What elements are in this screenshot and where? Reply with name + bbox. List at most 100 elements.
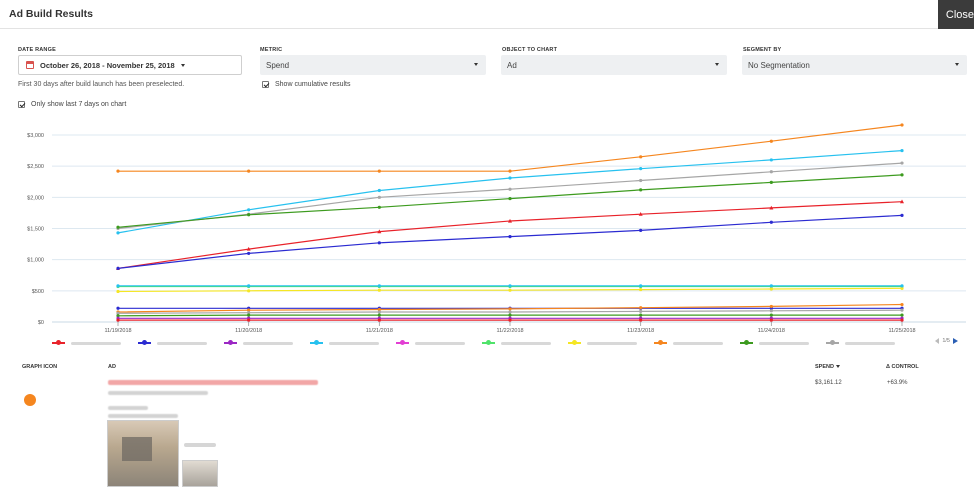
legend-label <box>759 341 809 345</box>
series-point <box>377 318 381 322</box>
date-range-picker[interactable]: October 26, 2018 - November 25, 2018 <box>18 55 242 75</box>
chart-legend <box>0 338 974 348</box>
object-label: OBJECT TO CHART <box>502 47 558 53</box>
legend-pager[interactable]: 1/5 <box>935 338 958 344</box>
legend-item[interactable] <box>310 338 379 348</box>
close-button[interactable]: Close <box>938 0 974 29</box>
legend-item[interactable] <box>826 338 895 348</box>
series-point <box>116 231 120 235</box>
object-select[interactable]: Ad <box>501 55 727 75</box>
x-tick-label: 11/20/2018 <box>235 328 262 334</box>
series-point <box>377 288 381 292</box>
thumbnail-caption <box>184 443 216 447</box>
series-point <box>639 287 643 292</box>
metric-label: METRIC <box>260 47 283 53</box>
series-line <box>117 214 903 269</box>
date-hint: First 30 days after build launch has bee… <box>18 81 185 88</box>
series-point <box>116 289 120 294</box>
caret-down-icon <box>180 63 185 67</box>
series-point <box>639 318 643 322</box>
last7-checkbox[interactable] <box>18 101 25 108</box>
legend-item[interactable] <box>138 338 207 348</box>
segment-value: No Segmentation <box>748 60 810 70</box>
series-point <box>900 123 904 127</box>
legend-item[interactable] <box>224 338 293 348</box>
x-tick-label: 11/23/2018 <box>627 328 654 334</box>
series-point <box>900 302 904 307</box>
cumulative-checkbox-row[interactable]: Show cumulative results <box>262 81 350 88</box>
legend-swatch <box>654 340 667 346</box>
control-value: +63.9% <box>887 380 908 386</box>
legend-swatch <box>224 340 237 346</box>
graph-icon-dot <box>24 394 36 406</box>
prev-page-icon[interactable] <box>935 338 940 344</box>
cumulative-checkbox[interactable] <box>262 81 269 88</box>
series-point <box>769 220 773 224</box>
last7-checkbox-row[interactable]: Only show last 7 days on chart <box>18 101 126 108</box>
metric-select[interactable]: Spend <box>260 55 486 75</box>
legend-swatch <box>52 340 65 346</box>
col-spend[interactable]: SPEND <box>815 364 840 370</box>
series-point <box>508 310 512 314</box>
series-line <box>118 124 903 172</box>
series-point <box>508 176 512 180</box>
legend-label <box>587 341 637 345</box>
series-point <box>769 309 773 313</box>
series-point <box>769 318 773 322</box>
last7-label: Only show last 7 days on chart <box>31 101 127 108</box>
x-tick-label: 11/19/2018 <box>104 328 131 334</box>
series-line <box>117 162 903 230</box>
legend-item[interactable] <box>654 338 723 348</box>
ad-media-name-text <box>108 414 178 418</box>
series-point <box>769 180 773 184</box>
series-point <box>508 169 512 173</box>
metric-value: Spend <box>266 60 290 70</box>
y-tick-label: $3,000 <box>27 133 44 139</box>
legend-page-indicator: 1/5 <box>942 338 950 344</box>
segment-select[interactable]: No Segmentation <box>742 55 967 75</box>
series-point <box>639 306 643 310</box>
legend-label <box>329 341 379 345</box>
series-point <box>247 313 251 317</box>
legend-item[interactable] <box>52 338 121 348</box>
series-point <box>377 169 381 173</box>
y-tick-label: $2,500 <box>27 164 44 170</box>
series-point <box>769 284 773 288</box>
spend-value: $3,161.12 <box>815 380 842 386</box>
series-point <box>639 228 643 232</box>
legend-label <box>157 341 207 345</box>
series-point <box>247 318 251 322</box>
series-point <box>377 284 381 288</box>
ad-account-text <box>108 391 208 395</box>
series-point <box>247 213 251 217</box>
x-tick-label: 11/22/2018 <box>496 328 523 334</box>
series-point <box>508 288 512 292</box>
legend-item[interactable] <box>396 338 465 348</box>
series-point <box>900 173 904 177</box>
legend-swatch <box>826 340 839 346</box>
ad-thumbnail-secondary[interactable] <box>182 460 218 487</box>
x-tick-label: 11/25/2018 <box>888 328 915 334</box>
series-point <box>508 235 512 239</box>
caret-down-icon <box>474 63 478 66</box>
series-point <box>247 289 251 293</box>
series-point <box>377 195 381 199</box>
cumulative-label: Show cumulative results <box>275 81 351 88</box>
series-point <box>900 213 904 218</box>
legend-item[interactable] <box>740 338 809 348</box>
ad-thumbnail[interactable] <box>107 420 179 487</box>
series-point <box>900 308 904 312</box>
legend-item[interactable] <box>482 338 551 348</box>
spend-line-chart: $3,000 $2,500 $2,000 $1,500 $1,000 $500 $0 11/1… <box>27 123 966 334</box>
col-graph-icon: GRAPH ICON <box>22 364 58 370</box>
legend-label <box>71 341 121 345</box>
series-point <box>639 309 643 314</box>
series-point <box>116 169 120 173</box>
series-point <box>639 155 643 159</box>
modal-title: Ad Build Results <box>9 8 94 20</box>
series-point <box>639 313 643 317</box>
legend-item[interactable] <box>568 338 637 348</box>
series-point <box>769 304 773 309</box>
ad-name-link[interactable] <box>108 380 318 385</box>
next-page-icon[interactable] <box>953 338 958 344</box>
